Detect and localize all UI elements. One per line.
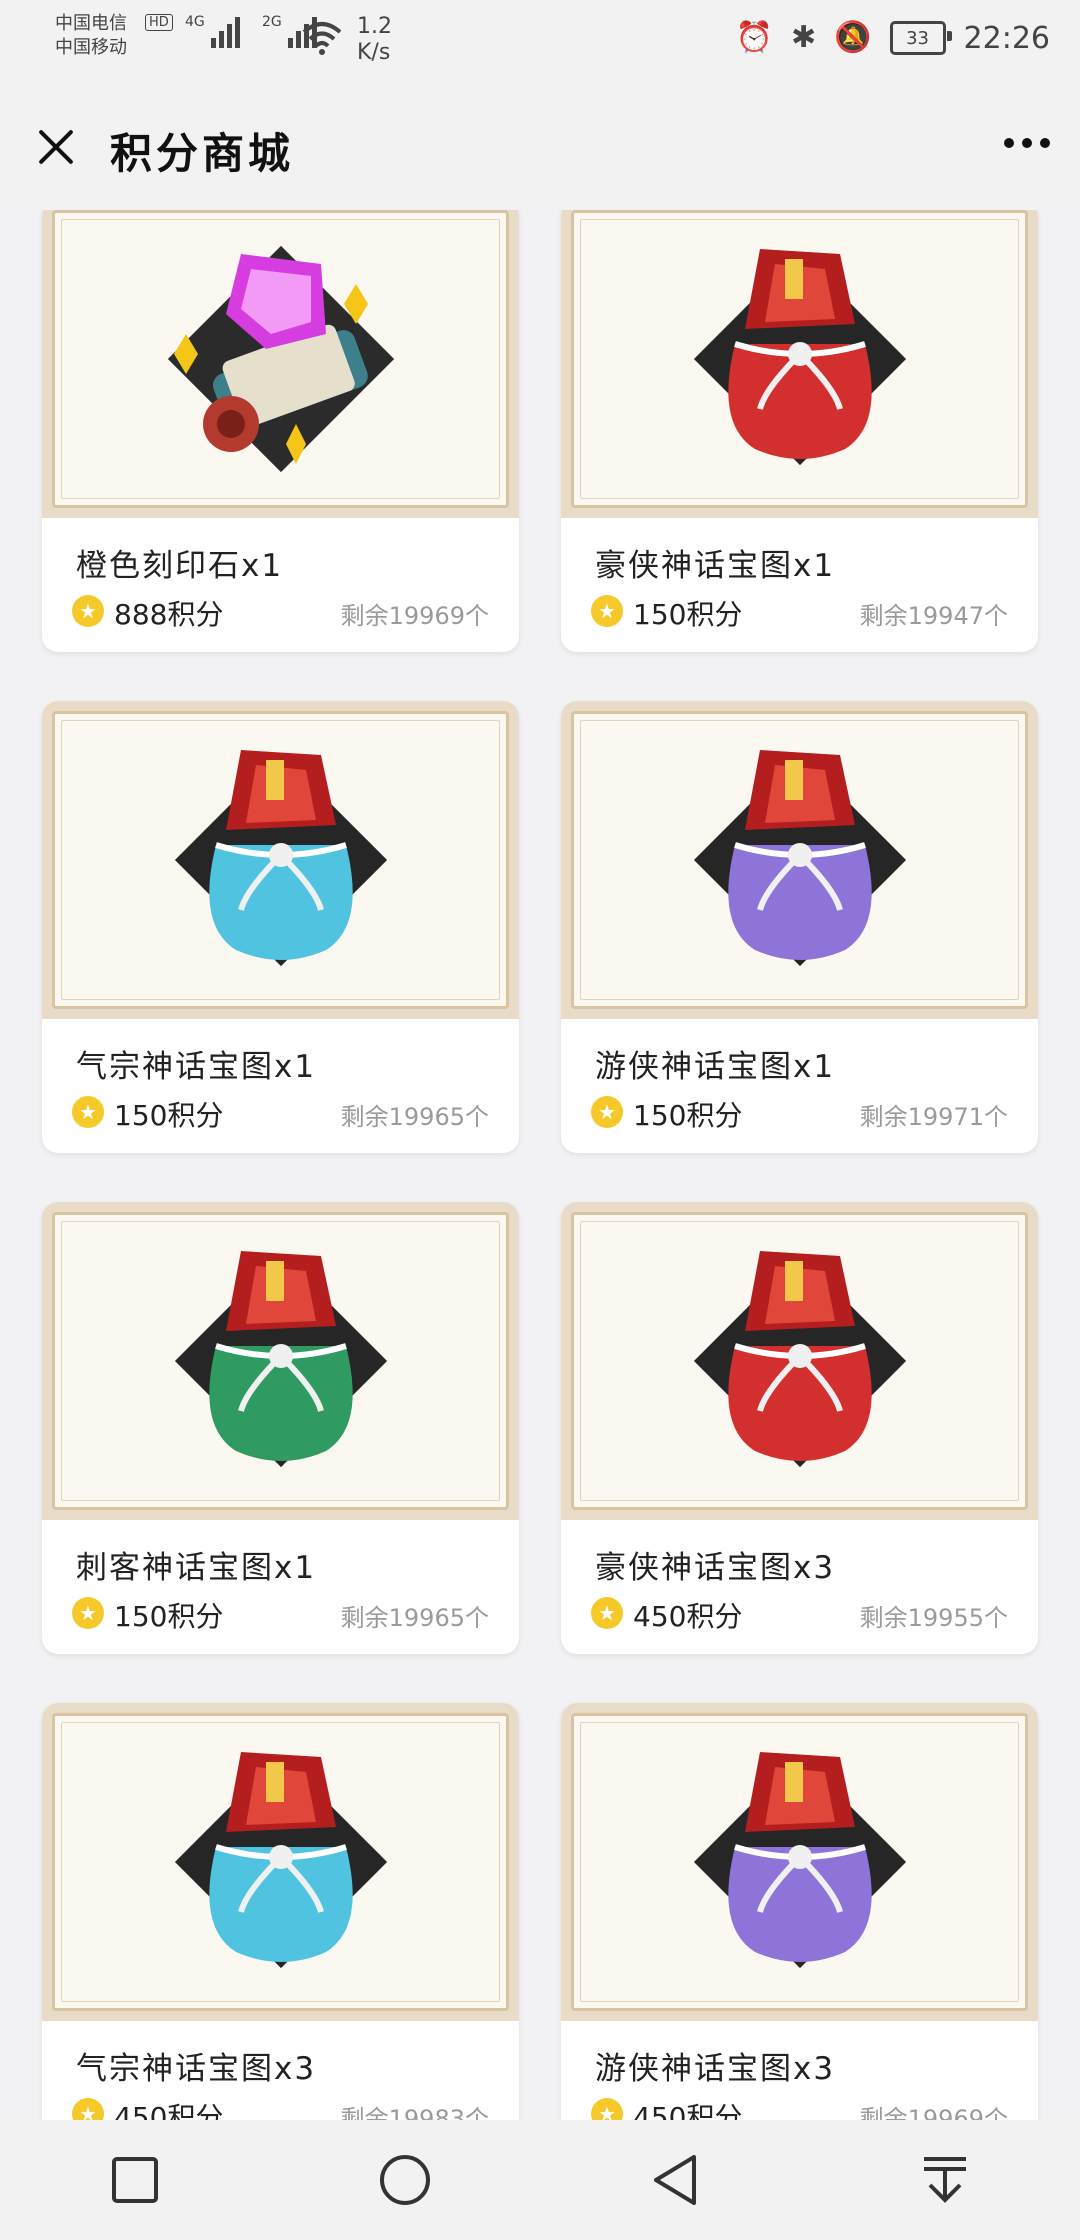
status-bar: 中国电信 中国移动 HD 4G 2G 1.2 K/s ⏰ ✱ 🔕 33 22:2… xyxy=(0,0,1080,80)
product-image xyxy=(42,210,519,518)
back-triangle-icon[interactable] xyxy=(635,2140,715,2220)
product-stock: 剩余19983个 xyxy=(340,2105,489,2120)
product-points: 450积分 xyxy=(114,2101,224,2120)
signal-bars-icon xyxy=(210,14,240,48)
product-stock: 剩余19971个 xyxy=(859,1103,1008,1131)
treasure-bag-icon xyxy=(174,1251,387,1468)
product-points: 150积分 xyxy=(114,1600,224,1633)
page-title: 积分商城 xyxy=(110,129,295,178)
product-card[interactable]: 气宗神话宝图x1 ★ 150积分 剩余19965个 xyxy=(42,701,519,1153)
hd-badge: HD xyxy=(145,14,173,31)
wifi-icon xyxy=(302,22,342,55)
points-coin-icon: ★ xyxy=(591,595,623,627)
product-stock: 剩余19947个 xyxy=(859,602,1008,630)
carrier-2: 中国移动 xyxy=(55,37,127,58)
product-name: 橙色刻印石x1 xyxy=(76,548,284,584)
net-type-2: 2G xyxy=(262,14,282,30)
close-icon[interactable] xyxy=(30,120,84,174)
product-name: 游侠神话宝图x1 xyxy=(595,1049,836,1085)
more-icon[interactable] xyxy=(1004,138,1050,148)
signal-1: HD xyxy=(145,14,173,31)
product-points: 150积分 xyxy=(633,598,743,631)
net-type-1: 4G xyxy=(185,14,205,30)
product-image xyxy=(42,1703,519,2021)
product-image xyxy=(561,210,1038,518)
product-image xyxy=(561,1202,1038,1520)
product-name: 游侠神话宝图x3 xyxy=(595,2051,836,2087)
product-points: 450积分 xyxy=(633,1600,743,1633)
treasure-bag-icon xyxy=(693,750,906,967)
battery-level: 33 xyxy=(906,27,929,49)
product-card[interactable]: 刺客神话宝图x1 ★ 150积分 剩余19965个 xyxy=(42,1202,519,1654)
product-image xyxy=(561,1703,1038,2021)
mute-icon: 🔕 xyxy=(834,20,872,55)
product-stock: 剩余19969个 xyxy=(340,602,489,630)
product-points: 450积分 xyxy=(633,2101,743,2120)
product-card[interactable]: 气宗神话宝图x3 ★ 450积分 剩余19983个 xyxy=(42,1703,519,2120)
product-grid: 橙色刻印石x1 ★ 888积分 剩余19969个 豪侠神话宝图x1 ★ 150积… xyxy=(0,210,1080,2120)
treasure-bag-icon xyxy=(693,1251,906,1468)
treasure-bag-icon xyxy=(693,249,906,466)
alarm-icon: ⏰ xyxy=(735,20,774,55)
product-points: 150积分 xyxy=(633,1099,743,1132)
points-coin-icon: ★ xyxy=(72,1597,104,1629)
product-name: 豪侠神话宝图x1 xyxy=(595,548,836,584)
battery-icon: 33 xyxy=(889,21,952,55)
status-right: ⏰ ✱ 🔕 33 22:26 xyxy=(736,18,1050,58)
product-card[interactable]: 豪侠神话宝图x1 ★ 150积分 剩余19947个 xyxy=(561,210,1038,652)
product-stock: 剩余19965个 xyxy=(340,1604,489,1632)
notification-drawer-icon[interactable] xyxy=(905,2140,985,2220)
product-stock: 剩余19955个 xyxy=(859,1604,1008,1632)
system-nav-bar xyxy=(0,2120,1080,2240)
points-coin-icon: ★ xyxy=(72,595,104,627)
carrier-1: 中国电信 xyxy=(55,13,127,34)
points-coin-icon: ★ xyxy=(591,1597,623,1629)
treasure-bag-icon xyxy=(174,750,387,967)
product-name: 豪侠神话宝图x3 xyxy=(595,1550,836,1586)
points-coin-icon: ★ xyxy=(72,2098,104,2120)
clock: 22:26 xyxy=(963,20,1050,56)
signal-4g: 4G xyxy=(185,14,240,48)
product-image xyxy=(42,1202,519,1520)
product-image xyxy=(42,701,519,1019)
network-speed: 1.2 K/s xyxy=(357,14,392,65)
recents-square-icon[interactable] xyxy=(95,2140,175,2220)
product-name: 刺客神话宝图x1 xyxy=(76,1550,317,1586)
treasure-bag-icon xyxy=(693,1752,906,1969)
points-coin-icon: ★ xyxy=(591,1096,623,1128)
product-name: 气宗神话宝图x1 xyxy=(76,1049,317,1085)
app-header: 积分商城 xyxy=(0,80,1080,210)
points-coin-icon: ★ xyxy=(591,2098,623,2120)
product-image xyxy=(561,701,1038,1019)
product-points: 888积分 xyxy=(114,598,224,631)
product-points: 150积分 xyxy=(114,1099,224,1132)
treasure-bag-icon xyxy=(174,1752,387,1969)
product-name: 气宗神话宝图x3 xyxy=(76,2051,317,2087)
bluetooth-icon: ✱ xyxy=(791,20,817,55)
home-circle-icon[interactable] xyxy=(365,2140,445,2220)
product-card[interactable]: 橙色刻印石x1 ★ 888积分 剩余19969个 xyxy=(42,210,519,652)
product-card[interactable]: 豪侠神话宝图x3 ★ 450积分 剩余19955个 xyxy=(561,1202,1038,1654)
engraving-stone-icon xyxy=(167,245,394,473)
product-card[interactable]: 游侠神话宝图x3 ★ 450积分 剩余19969个 xyxy=(561,1703,1038,2120)
carrier-info: 中国电信 中国移动 xyxy=(55,12,127,60)
points-coin-icon: ★ xyxy=(72,1096,104,1128)
product-stock: 剩余19969个 xyxy=(859,2105,1008,2120)
product-stock: 剩余19965个 xyxy=(340,1103,489,1131)
product-card[interactable]: 游侠神话宝图x1 ★ 150积分 剩余19971个 xyxy=(561,701,1038,1153)
